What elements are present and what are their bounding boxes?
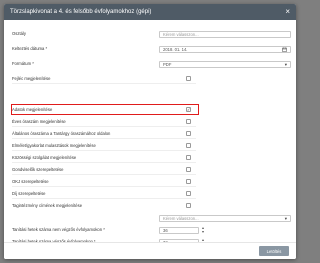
- checkbox-fejlec[interactable]: [186, 76, 191, 81]
- divider: [12, 126, 196, 127]
- dialog-body: Osztály Kérem válasszon... Kelteztés dát…: [4, 20, 296, 246]
- dialog-header: Törzslapkivonat a 4. és felsőbb évfolyam…: [4, 4, 296, 20]
- divider: [12, 138, 196, 139]
- date-input[interactable]: 2018. 01. 14.: [159, 46, 291, 53]
- weeks-nonfinal-label: Tanítási hetek száma nem végzős évfolyam…: [12, 227, 105, 232]
- weeks-nonfinal-value: 36: [163, 228, 168, 233]
- dialog-footer: Letöltés: [4, 242, 296, 259]
- weeks-nonfinal-input[interactable]: 36: [159, 227, 199, 234]
- checkbox-label: Díj szerepeltetése: [12, 191, 46, 196]
- checkbox-eves-oraszam[interactable]: [186, 119, 191, 124]
- checkbox-label: Tagintézmény címének megjelenítése: [12, 203, 83, 208]
- osztaly-label: Osztály: [12, 31, 26, 36]
- checkbox-okj[interactable]: [186, 179, 191, 184]
- divider: [12, 186, 196, 187]
- dialog-title: Törzslapkivonat a 4. és felsőbb évfolyam…: [10, 9, 152, 15]
- date-value: 2018. 01. 14.: [163, 47, 188, 52]
- date-label: Kelteztés dátuma *: [12, 46, 48, 51]
- divider: [12, 150, 196, 151]
- checkbox-label: OKJ szerepeltetése: [12, 179, 49, 184]
- caret-down-icon: ▾: [284, 215, 287, 221]
- weeks-nonfinal-stepper[interactable]: ▴ ▾: [202, 226, 204, 234]
- divider: [12, 198, 196, 199]
- calendar-icon[interactable]: [282, 47, 287, 52]
- checkbox-gondviselok[interactable]: [186, 167, 191, 172]
- divider: [12, 174, 196, 175]
- checkbox-altalanos[interactable]: [186, 131, 191, 136]
- highlight-box: [11, 104, 199, 115]
- divider: [12, 83, 196, 84]
- checkbox-label: Fejléc megjelenítése: [12, 76, 51, 81]
- format-value: PDF: [163, 62, 172, 67]
- format-select[interactable]: PDF ▾: [159, 61, 291, 68]
- format-label: Formátum *: [12, 61, 34, 66]
- tagintezmeny-select[interactable]: Kérem válasszon... ▾: [159, 215, 291, 222]
- checkbox-label: Gondviselők szerepeltetése: [12, 167, 64, 172]
- print-dialog: Törzslapkivonat a 4. és felsőbb évfolyam…: [4, 4, 296, 259]
- checkbox-label: Éves óraszám megjelenítése: [12, 119, 66, 124]
- checkbox-label: Általános óraszáma a Tantárgy óraszámáho…: [12, 131, 111, 136]
- checkbox-elmelet[interactable]: [186, 143, 191, 148]
- checkbox-label: Közösségi szolgálat megjelenítése: [12, 155, 77, 160]
- checkbox-label: Elmélet/gyakorlat mulasztások megjelenít…: [12, 143, 96, 148]
- stepper-down-icon[interactable]: ▾: [202, 230, 204, 234]
- close-icon[interactable]: ×: [285, 8, 290, 16]
- checkbox-tagintezmeny[interactable]: [186, 203, 191, 208]
- divider: [12, 162, 196, 163]
- checkbox-kozossegi[interactable]: [186, 155, 191, 160]
- download-button[interactable]: Letöltés: [259, 246, 289, 256]
- tagintezmeny-placeholder: Kérem válasszon...: [163, 216, 199, 221]
- osztaly-placeholder: Kérem válasszon...: [163, 32, 199, 37]
- checkbox-dij[interactable]: [186, 191, 191, 196]
- osztaly-select[interactable]: Kérem válasszon...: [159, 31, 291, 38]
- caret-down-icon: ▾: [284, 61, 287, 67]
